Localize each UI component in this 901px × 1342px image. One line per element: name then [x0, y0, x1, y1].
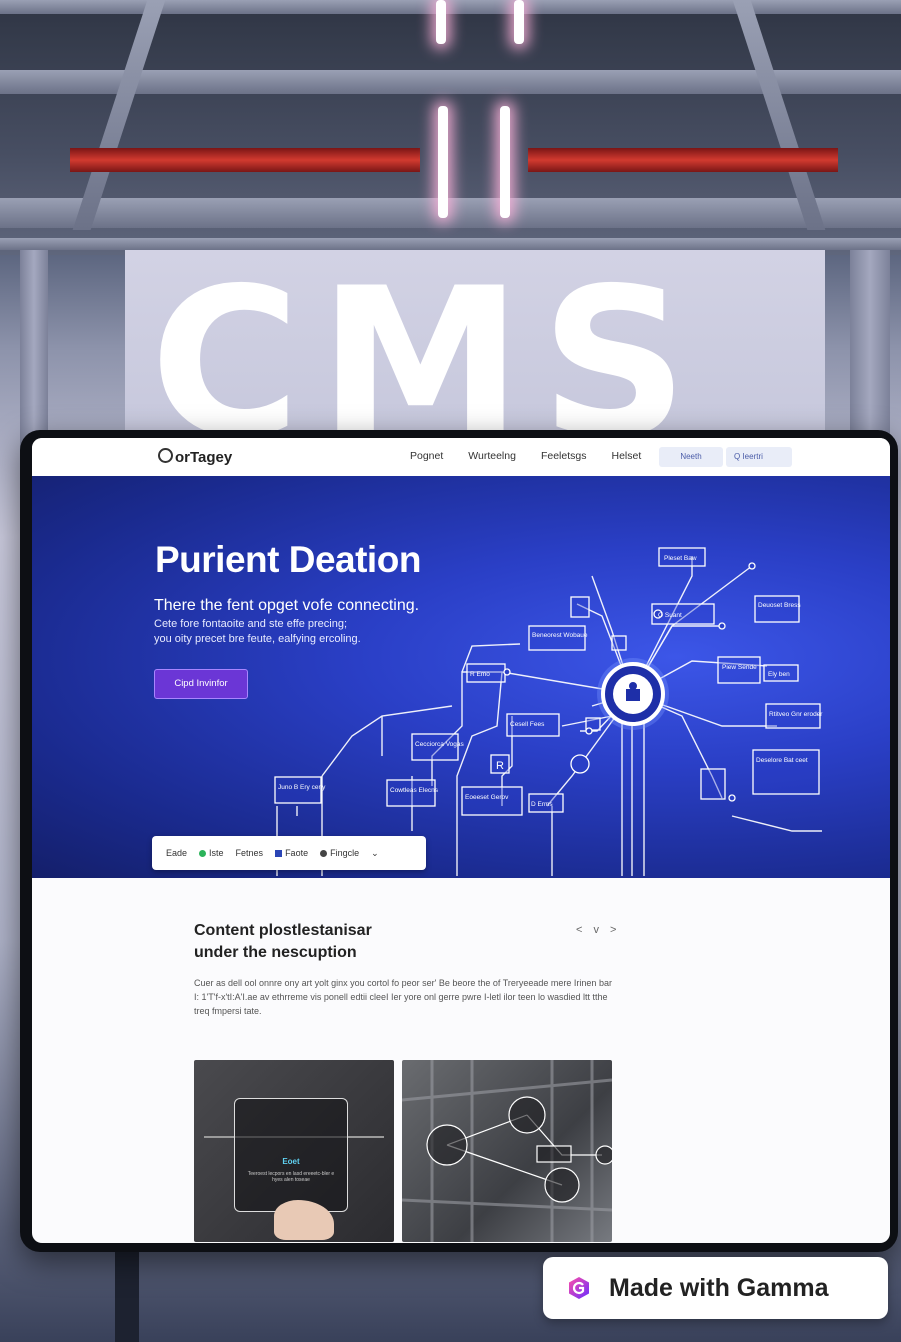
- hero-description-line: you oity precet bre feute, ealfying erco…: [154, 633, 361, 645]
- made-with-gamma-badge[interactable]: Made with Gamma: [543, 1257, 888, 1319]
- diagram-label: Juno B Ery ceny: [278, 784, 326, 791]
- badge-text: Made with Gamma: [609, 1274, 829, 1302]
- card-text: Teeroest lecpors en lasd ereeetc-bler e …: [247, 1171, 335, 1183]
- hero-section: Pleset Baw Deuoset Bress O Suant Beneore…: [32, 476, 890, 878]
- light-tube: [436, 0, 446, 44]
- logo-icon: [158, 448, 173, 463]
- hero-subtitle: There the fent opget vofe connecting.: [154, 597, 420, 614]
- image-card[interactable]: Eoet Teeroest lecpors en lasd ereeetc-bl…: [194, 1060, 394, 1242]
- gamma-logo-icon: [569, 1277, 589, 1299]
- diagram-label: Deuoset Bress: [758, 602, 801, 609]
- diagram-icon-label: R: [496, 760, 504, 772]
- diagram-label: R Emo: [470, 671, 490, 678]
- factory-network-image: [402, 1060, 612, 1242]
- nav-links: Pognet Wurteelng Feeletsgs Helset: [410, 450, 641, 462]
- diagram-label: Ely ben: [768, 671, 790, 678]
- ceiling-beam: [0, 0, 901, 14]
- red-light-panel: [70, 148, 420, 172]
- diagram-label: Pleset Baw: [664, 555, 697, 562]
- filter-item[interactable]: Iste: [199, 848, 224, 858]
- filter-item[interactable]: Fingcle: [320, 848, 359, 858]
- hero-cta-button[interactable]: Cipd Invinfor: [154, 669, 248, 699]
- filter-item[interactable]: Fetnes: [236, 848, 264, 858]
- monitor-stand: [115, 1242, 139, 1342]
- nav-link-2[interactable]: Wurteelng: [468, 450, 516, 462]
- hero-title: Purient Deation: [155, 539, 421, 580]
- diagram-label: Beneorest Wobaue: [532, 632, 588, 639]
- gear-icon: [320, 850, 328, 857]
- carousel-controls[interactable]: < v >: [576, 924, 620, 936]
- square-icon: [275, 850, 283, 857]
- filter-item[interactable]: Eade: [166, 848, 187, 858]
- red-light-panel: [528, 148, 838, 172]
- website-screen: orTagey Pognet Wurteelng Feeletsgs Helse…: [32, 438, 890, 1243]
- diagram-label: Cowtleas Elecns: [390, 787, 439, 794]
- card-label: Eoet: [282, 1157, 300, 1166]
- nav-link-4[interactable]: Helset: [611, 450, 641, 462]
- card-panel: Eoet Teeroest lecpors en lasd ereeetc-bl…: [234, 1098, 348, 1212]
- hero-filter-bar: Eade Iste Fetnes Faote Fingcle ⌄: [152, 836, 426, 870]
- diagram-label: D Erms: [531, 801, 553, 808]
- diagram-label: Eoeeset Gerov: [465, 794, 509, 801]
- green-dot-icon: [199, 850, 207, 857]
- light-tube: [438, 106, 448, 218]
- diagram-label: Rtitveo Gnr eroder: [769, 711, 823, 718]
- light-tube: [500, 106, 510, 218]
- chevron-down-icon[interactable]: ⌄: [371, 848, 379, 859]
- hub-node: [597, 658, 669, 730]
- light-tube: [514, 0, 524, 44]
- nav-search-button[interactable]: Q Ieertri: [726, 447, 792, 467]
- nav-button[interactable]: Neeth: [659, 447, 723, 467]
- content-body: Cuer as dell ool onnre ony art yolt ginx…: [194, 978, 612, 1016]
- diagram-label: Cesell Fees: [510, 721, 545, 728]
- hero-description-line: Cete fore fontaoite and ste effe precing…: [154, 618, 348, 630]
- nav-link-1[interactable]: Pognet: [410, 450, 443, 462]
- diagram-label: Cecciorca Vogas: [415, 741, 465, 748]
- nav-link-3[interactable]: Feeletsgs: [541, 450, 587, 462]
- logo-text: orTagey: [175, 449, 233, 466]
- monitor: orTagey Pognet Wurteelng Feeletsgs Helse…: [20, 430, 898, 1252]
- content-title-line: Content plostlestanisar: [194, 922, 372, 939]
- ceiling-beam: [0, 198, 901, 228]
- diagram-label: O Suant: [658, 612, 682, 619]
- site-navbar: orTagey Pognet Wurteelng Feeletsgs Helse…: [32, 438, 890, 477]
- site-logo[interactable]: orTagey: [158, 448, 232, 466]
- diagram-label: Deselore Bat ceet: [756, 757, 808, 764]
- content-title-line: under the nescuption: [194, 944, 357, 961]
- diagram-label: Piew Sende: [722, 664, 757, 671]
- filter-item[interactable]: Faote: [275, 848, 308, 858]
- content-title: Content plostlestanisar under the nescup…: [194, 920, 372, 964]
- image-card[interactable]: [402, 1060, 612, 1242]
